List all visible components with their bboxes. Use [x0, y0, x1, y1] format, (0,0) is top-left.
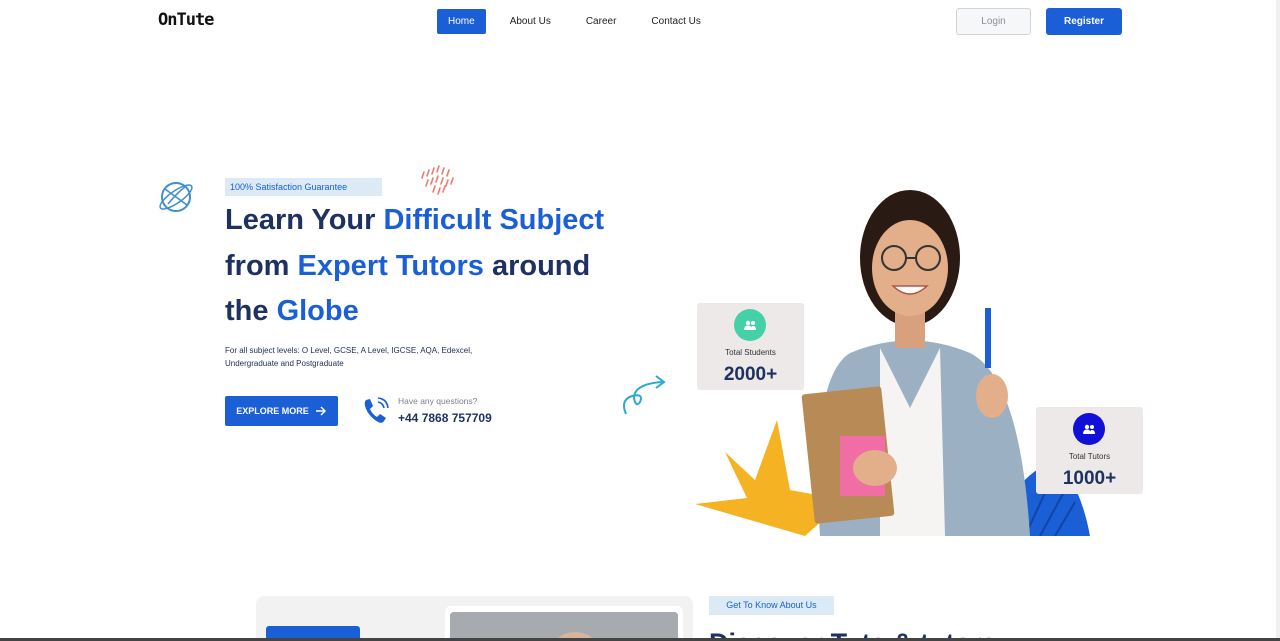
questions-label: Have any questions? [398, 396, 478, 406]
hero-headline: Learn Your Difficult Subject from Expert… [225, 198, 655, 335]
login-button[interactable]: Login [956, 8, 1031, 35]
explore-label: EXPLORE MORE [236, 406, 309, 416]
stat-card-tutors: Total Tutors 1000+ [1036, 407, 1143, 494]
stat-label: Total Tutors [1068, 452, 1111, 461]
headline-highlight: Difficult Subject [383, 204, 605, 236]
headline-part: around [483, 249, 591, 282]
nav-link-home[interactable]: Home [437, 9, 486, 34]
stat-label: Total Students [725, 348, 776, 357]
headline-highlight: Expert Tutors [297, 249, 484, 282]
top-nav: OnTute Home About Us Career Contact Us L… [0, 0, 1280, 44]
nav-link-about[interactable]: About Us [499, 9, 562, 34]
nav-links: Home About Us Career Contact Us [437, 9, 725, 34]
satisfaction-badge: 100% Satisfaction Guarantee [225, 178, 382, 196]
explore-more-button[interactable]: EXPLORE MORE [225, 396, 338, 426]
tutor-photo [450, 612, 678, 641]
hero-subtext: For all subject levels: O Level, GCSE, A… [225, 346, 473, 368]
scrollbar[interactable] [1276, 0, 1280, 641]
stat-value: 2000+ [723, 364, 778, 385]
nav-link-contact[interactable]: Contact Us [640, 9, 711, 34]
headline-part: the [225, 295, 277, 327]
swirl-arrow-icon [623, 375, 666, 415]
headline-part: from [225, 249, 298, 282]
stat-value: 1000+ [1062, 468, 1117, 489]
logo[interactable]: OnTute [158, 10, 214, 30]
headline-part: Learn Your [225, 204, 384, 236]
globe-icon [159, 182, 193, 212]
arrow-right-icon [315, 406, 326, 416]
student-photo [801, 190, 1030, 536]
about-photo [450, 612, 678, 641]
decorative-dashes [421, 165, 454, 195]
nav-link-career[interactable]: Career [575, 9, 628, 34]
users-icon [1073, 413, 1105, 445]
about-badge: Get To Know About Us [709, 596, 834, 615]
phone-icon [364, 397, 389, 423]
stat-card-students: Total Students 2000+ [697, 303, 804, 390]
headline-highlight: Globe [276, 295, 359, 327]
phone-number[interactable]: +44 7868 757709 [398, 411, 492, 425]
register-button[interactable]: Register [1046, 8, 1122, 35]
users-icon [734, 309, 766, 341]
